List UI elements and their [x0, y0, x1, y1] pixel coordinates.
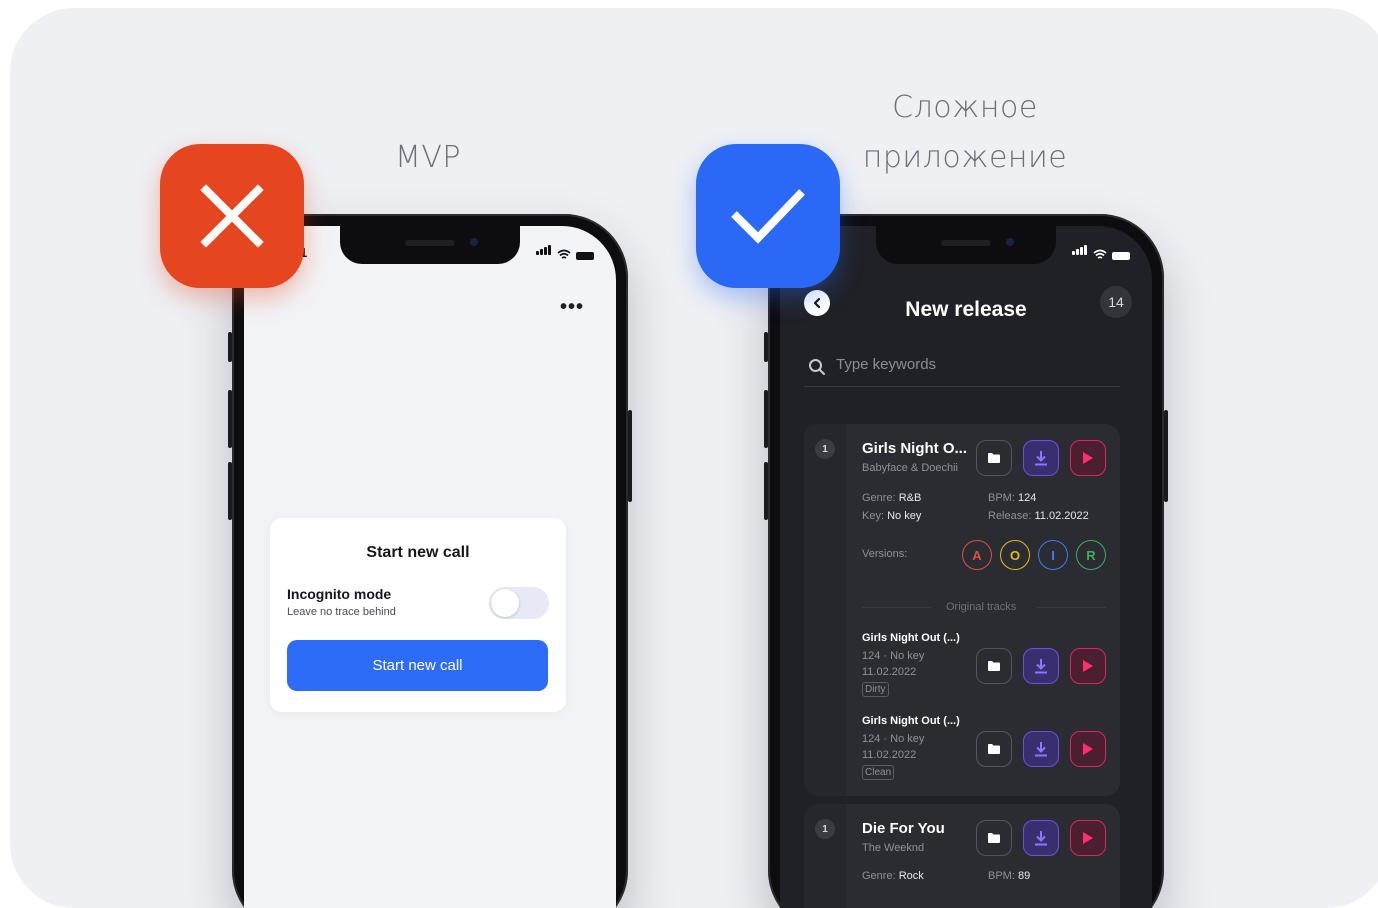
- folder-button[interactable]: [976, 440, 1012, 476]
- original-track-meta: 124 · No key 11.02.2022 Dirty: [862, 650, 925, 697]
- battery-icon: [576, 252, 594, 260]
- version-o-button[interactable]: O: [1000, 540, 1030, 570]
- approve-badge: [696, 144, 840, 288]
- complex-phone: New release 14 Type keywords 1 Girls Nig…: [764, 214, 1168, 908]
- folder-button[interactable]: [976, 820, 1012, 856]
- download-icon: [1035, 451, 1047, 466]
- volume-down-button: [764, 462, 768, 520]
- search-placeholder: Type keywords: [836, 356, 937, 373]
- battery-icon: [1112, 252, 1130, 260]
- start-call-dialog: Start new call Incognito mode Leave no t…: [270, 518, 566, 712]
- divider: [1036, 607, 1106, 608]
- download-icon: [1035, 659, 1047, 674]
- power-button: [628, 410, 632, 502]
- folder-icon: [988, 453, 1000, 463]
- play-icon: [1083, 660, 1093, 672]
- mvp-phone: 1 ••• Start new call Incognito mode Leav…: [228, 214, 632, 908]
- checkmark-icon: [731, 189, 805, 244]
- dirty-tag: Dirty: [862, 682, 889, 697]
- comparison-card: MVP Сложное приложение 1 ••• Start: [10, 8, 1378, 908]
- download-icon: [1035, 742, 1047, 757]
- original-track-title: Girls Night Out (...): [862, 632, 960, 644]
- toggle-knob: [491, 589, 519, 617]
- more-dots-icon[interactable]: •••: [560, 296, 584, 319]
- reject-badge: [160, 144, 304, 288]
- incognito-toggle[interactable]: [489, 587, 549, 619]
- track-title: Girls Night O...: [862, 440, 968, 457]
- key-field: Key: No key: [862, 510, 922, 522]
- bpm-field: BPM: 124: [988, 492, 1037, 504]
- track-card[interactable]: 1 Die For You The Weeknd Genre: Rock BPM…: [804, 804, 1120, 908]
- search-input[interactable]: Type keywords: [804, 350, 1120, 387]
- divider: [862, 607, 932, 608]
- play-button[interactable]: [1070, 440, 1106, 476]
- close-icon: [200, 184, 264, 248]
- incognito-label: Incognito mode: [287, 586, 392, 602]
- folder-icon: [988, 661, 1000, 671]
- count-badge: 14: [1100, 286, 1132, 318]
- track-index: 1: [815, 819, 835, 839]
- original-tracks-label: Original tracks: [946, 601, 1017, 613]
- folder-icon: [988, 744, 1000, 754]
- side-button: [228, 332, 232, 362]
- download-button[interactable]: [1023, 731, 1059, 767]
- track-title: Die For You: [862, 820, 945, 837]
- release-field: Release: 11.02.2022: [988, 510, 1089, 522]
- genre-field: Genre: R&B: [862, 492, 922, 504]
- play-icon: [1083, 743, 1093, 755]
- play-button[interactable]: [1070, 820, 1106, 856]
- front-camera: [1006, 238, 1014, 246]
- play-button[interactable]: [1070, 731, 1106, 767]
- download-button[interactable]: [1023, 820, 1059, 856]
- mvp-screen: 1 ••• Start new call Incognito mode Leav…: [244, 226, 616, 908]
- track-card[interactable]: 1 Girls Night O... Babyface & Doechii Ge…: [804, 424, 1120, 796]
- notch: [876, 226, 1056, 264]
- original-track-title: Girls Night Out (...): [862, 715, 960, 727]
- speaker: [941, 240, 991, 246]
- version-i-button[interactable]: I: [1038, 540, 1068, 570]
- dialog-title: Start new call: [366, 544, 470, 561]
- wifi-icon: [557, 249, 571, 259]
- complex-app-label-line2: приложение: [862, 140, 1068, 175]
- track-artist: Babyface & Doechii: [862, 462, 958, 474]
- volume-down-button: [228, 462, 232, 520]
- volume-up-button: [764, 390, 768, 448]
- signal-icon: [1072, 242, 1088, 260]
- front-camera: [470, 238, 478, 246]
- play-icon: [1083, 832, 1093, 844]
- download-button[interactable]: [1023, 648, 1059, 684]
- search-icon: [809, 359, 825, 375]
- speaker: [405, 240, 455, 246]
- original-track-meta: 124 · No key 11.02.2022 Clean: [862, 733, 925, 780]
- download-icon: [1035, 831, 1047, 846]
- folder-button[interactable]: [976, 731, 1012, 767]
- incognito-description: Leave no trace behind: [287, 606, 396, 618]
- start-call-button[interactable]: Start new call: [287, 640, 548, 691]
- play-button[interactable]: [1070, 648, 1106, 684]
- version-r-button[interactable]: R: [1076, 540, 1106, 570]
- track-index: 1: [815, 439, 835, 459]
- side-button: [764, 332, 768, 362]
- power-button: [1164, 410, 1168, 502]
- signal-icon: [536, 242, 552, 260]
- notch: [340, 226, 520, 264]
- track-artist: The Weeknd: [862, 842, 925, 854]
- wifi-icon: [1093, 249, 1107, 259]
- download-button[interactable]: [1023, 440, 1059, 476]
- play-icon: [1083, 452, 1093, 464]
- page-title: New release: [905, 298, 1027, 321]
- complex-screen: New release 14 Type keywords 1 Girls Nig…: [780, 226, 1152, 908]
- folder-icon: [988, 833, 1000, 843]
- version-a-button[interactable]: A: [962, 540, 992, 570]
- clean-tag: Clean: [862, 765, 895, 780]
- status-icons: [1072, 245, 1130, 260]
- track-rail: [804, 424, 846, 796]
- complex-app-label-line1: Сложное: [892, 90, 1038, 125]
- mvp-label: MVP: [395, 140, 461, 175]
- volume-up-button: [228, 390, 232, 448]
- status-icons: [536, 245, 594, 260]
- folder-button[interactable]: [976, 648, 1012, 684]
- versions-label: Versions:: [862, 548, 908, 560]
